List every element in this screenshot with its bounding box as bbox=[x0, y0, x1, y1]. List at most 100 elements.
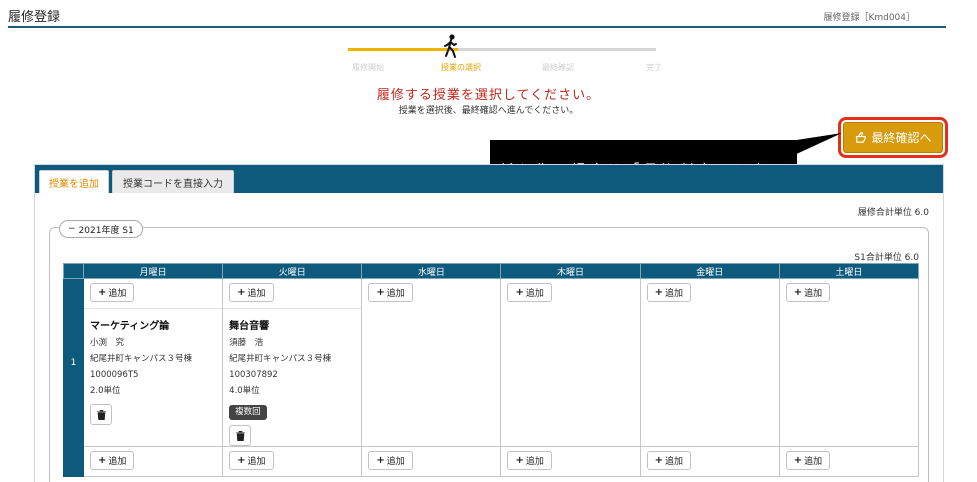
add-label: 追加 bbox=[665, 457, 684, 467]
step-label-start: 履修開始 bbox=[352, 63, 384, 72]
timetable-cell: + 追加 bbox=[361, 278, 502, 447]
course-card: 舞台音響 須藤 浩 紀尾井町キャンパス３号棟 100307892 4.0単位 複… bbox=[223, 308, 362, 446]
add-course-button[interactable]: + 追加 bbox=[507, 451, 552, 470]
table-row: + 追加 + 追加 + 追加 + 追加 + 追加 + 追加 bbox=[63, 446, 920, 477]
day-header: 土曜日 bbox=[778, 263, 920, 279]
term-toggle[interactable]: − 2021年度 S1 bbox=[59, 220, 143, 238]
timetable-cell: + 追加 bbox=[500, 446, 641, 477]
add-course-button[interactable]: + 追加 bbox=[785, 283, 831, 302]
course-credits: 2.0単位 bbox=[90, 386, 121, 396]
hand-pointer-icon bbox=[856, 132, 867, 143]
tab-direct-code[interactable]: 授業コードを直接入力 bbox=[112, 170, 234, 193]
course-name: 舞台音響 bbox=[229, 321, 270, 332]
add-course-button[interactable]: + 追加 bbox=[229, 451, 274, 470]
progress-stepper: 履修開始 授業の選択 最終確認 完了 bbox=[330, 34, 670, 76]
plus-icon: + bbox=[98, 455, 107, 466]
trash-icon bbox=[235, 430, 245, 441]
timetable-cell: + 追加 bbox=[82, 446, 224, 477]
trash-icon bbox=[96, 409, 106, 420]
add-course-button[interactable]: + 追加 bbox=[229, 283, 274, 302]
course-panel: 授業を追加 授業コードを直接入力 履修合計単位 6.0 − 2021年度 S1 … bbox=[34, 164, 944, 482]
course-credits: 4.0単位 bbox=[229, 386, 260, 396]
timetable-cell: + 追加 bbox=[778, 278, 920, 447]
timetable-cell: + 追加 bbox=[639, 278, 780, 447]
timetable-cell: + 追加 bbox=[222, 446, 363, 477]
progress-track-remaining bbox=[458, 48, 656, 51]
course-room: 紀尾井町キャンパス３号棟 bbox=[229, 354, 332, 364]
add-label: 追加 bbox=[247, 289, 266, 299]
add-course-button[interactable]: + 追加 bbox=[646, 283, 692, 302]
add-course-button[interactable]: + 追加 bbox=[90, 283, 135, 302]
tab-bar: 授業を追加 授業コードを直接入力 bbox=[35, 165, 943, 193]
table-row: 1 + 追加 マーケティング論 小渕 究 紀尾井町キャンパス３号棟 1000096… bbox=[63, 278, 920, 447]
add-label: 追加 bbox=[804, 457, 823, 467]
period-number bbox=[63, 446, 84, 477]
plus-icon: + bbox=[515, 455, 524, 466]
step-label-complete: 完了 bbox=[646, 63, 662, 72]
course-room: 紀尾井町キャンパス３号棟 bbox=[90, 354, 193, 364]
day-header: 木曜日 bbox=[500, 263, 641, 279]
term-label: 2021年度 S1 bbox=[78, 225, 134, 236]
add-course-button[interactable]: + 追加 bbox=[785, 451, 831, 470]
add-label: 追加 bbox=[804, 289, 823, 299]
tab-add-course[interactable]: 授業を追加 bbox=[39, 170, 109, 193]
course-teacher: 小渕 究 bbox=[90, 338, 125, 348]
plus-icon: + bbox=[793, 455, 803, 466]
multi-session-badge: 複数回 bbox=[229, 405, 267, 420]
delete-course-button[interactable] bbox=[90, 404, 112, 425]
course-teacher: 須藤 浩 bbox=[229, 338, 264, 348]
callout-arrow bbox=[790, 133, 842, 157]
plus-icon: + bbox=[237, 287, 246, 298]
instruction-sub: 授業を選択後、最終確認へ進んでください。 bbox=[398, 106, 579, 116]
add-course-button[interactable]: + 追加 bbox=[507, 283, 552, 302]
course-card: マーケティング論 小渕 究 紀尾井町キャンパス３号棟 1000096T5 2.0… bbox=[84, 308, 223, 425]
add-label: 追加 bbox=[525, 457, 544, 467]
course-code: 100307892 bbox=[229, 370, 278, 380]
day-header: 水曜日 bbox=[361, 263, 502, 279]
final-confirm-button[interactable]: 最終確認へ bbox=[843, 122, 943, 153]
final-confirm-label: 最終確認へ bbox=[871, 131, 932, 145]
add-label: 追加 bbox=[665, 289, 684, 299]
course-code: 1000096T5 bbox=[90, 370, 139, 380]
add-label: 追加 bbox=[525, 289, 544, 299]
plus-icon: + bbox=[654, 455, 664, 466]
step-label-confirm: 最終確認 bbox=[542, 63, 574, 72]
timetable-header-row: 月曜日 火曜日 水曜日 木曜日 金曜日 土曜日 bbox=[63, 263, 920, 279]
timetable-cell: + 追加 bbox=[778, 446, 920, 477]
add-course-button[interactable]: + 追加 bbox=[90, 451, 135, 470]
day-header: 火曜日 bbox=[222, 263, 363, 279]
page-header: 履修登録 履修登録［Kmd004］ bbox=[0, 0, 977, 28]
plus-icon: + bbox=[654, 287, 664, 298]
timetable: 月曜日 火曜日 水曜日 木曜日 金曜日 土曜日 1 + 追加 マーケティング論 小… bbox=[63, 263, 920, 477]
day-header: 月曜日 bbox=[82, 263, 224, 279]
add-label: 追加 bbox=[386, 457, 405, 467]
timetable-cell: + 追加 bbox=[500, 278, 641, 447]
day-header: 金曜日 bbox=[639, 263, 780, 279]
step-label-select: 授業の選択 bbox=[441, 63, 481, 72]
add-course-button[interactable]: + 追加 bbox=[646, 451, 692, 470]
plus-icon: + bbox=[793, 287, 803, 298]
add-label: 追加 bbox=[108, 457, 127, 467]
timetable-cell: + 追加 bbox=[361, 446, 502, 477]
plus-icon: + bbox=[237, 455, 246, 466]
add-label: 追加 bbox=[386, 289, 405, 299]
timetable-cell: + 追加 舞台音響 須藤 浩 紀尾井町キャンパス３号棟 100307892 4.0… bbox=[222, 278, 363, 447]
walking-person-icon bbox=[444, 34, 457, 58]
total-credits: 履修合計単位 6.0 bbox=[857, 208, 929, 218]
header-divider bbox=[8, 26, 946, 28]
plus-icon: + bbox=[98, 287, 107, 298]
add-label: 追加 bbox=[108, 289, 127, 299]
add-course-button[interactable]: + 追加 bbox=[368, 451, 413, 470]
timetable-cell: + 追加 bbox=[639, 446, 780, 477]
term-credits: S1合計単位 6.0 bbox=[854, 253, 919, 263]
add-course-button[interactable]: + 追加 bbox=[368, 283, 413, 302]
plus-icon: + bbox=[515, 287, 524, 298]
plus-icon: + bbox=[376, 287, 385, 298]
period-header bbox=[63, 263, 84, 279]
course-name: マーケティング論 bbox=[90, 321, 170, 332]
delete-course-button[interactable] bbox=[229, 425, 252, 446]
period-number: 1 bbox=[63, 278, 84, 447]
plus-icon: + bbox=[376, 455, 385, 466]
screen-id: 履修登録［Kmd004］ bbox=[823, 13, 915, 23]
minus-icon: − bbox=[68, 224, 76, 234]
